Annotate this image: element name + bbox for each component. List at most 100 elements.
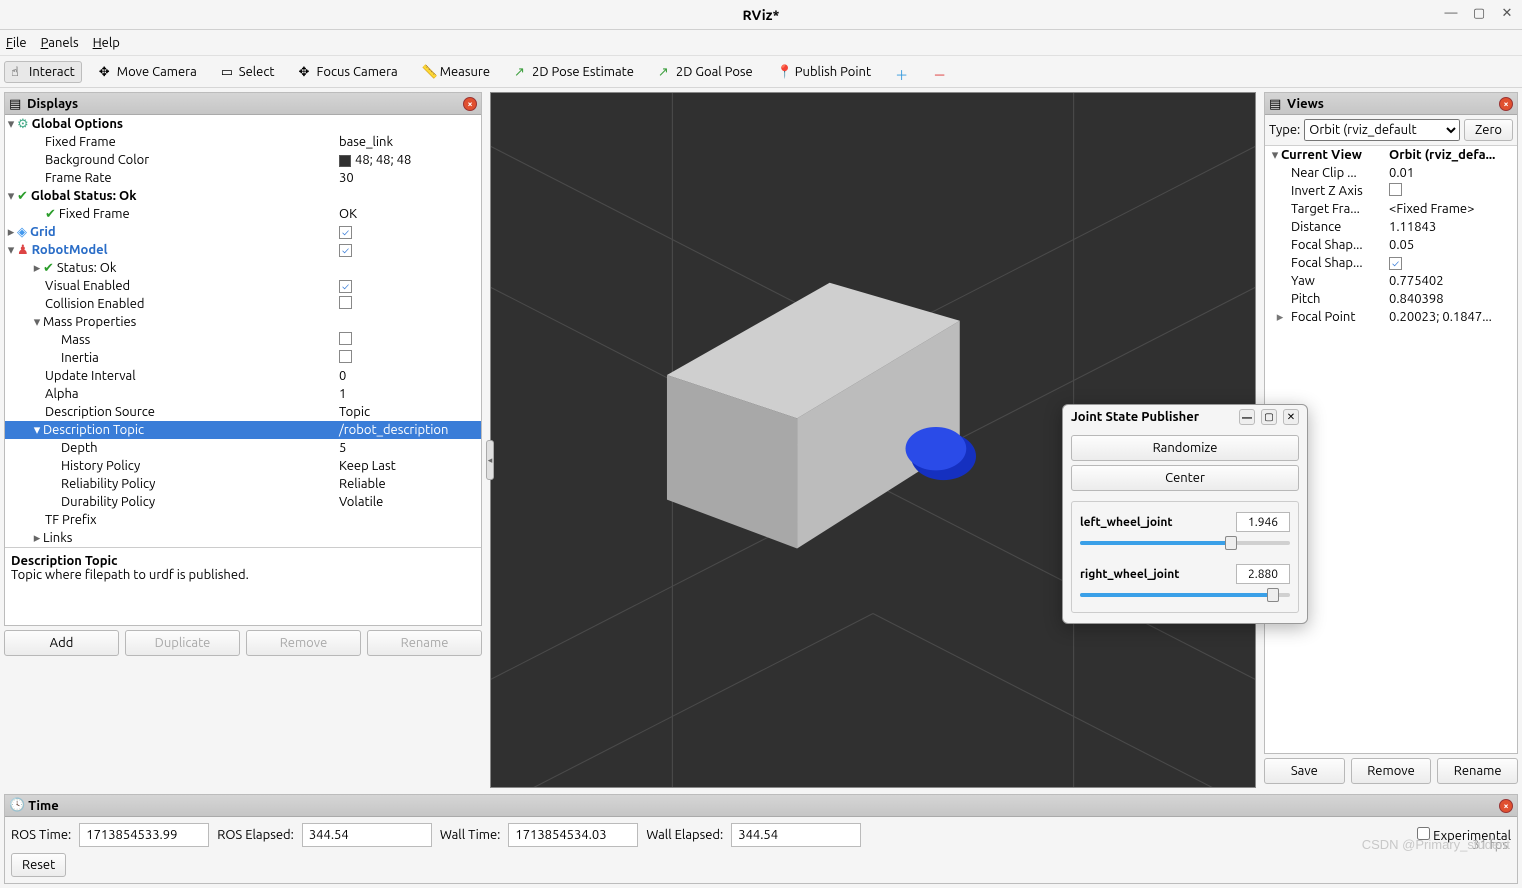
views-current-view[interactable]: Current View	[1281, 148, 1362, 162]
jsp-close-icon[interactable]: ✕	[1283, 409, 1299, 425]
views-save-button[interactable]: Save	[1264, 758, 1345, 784]
displays-tree[interactable]: ▾⚙ Global Options Fixed Framebase_link B…	[5, 115, 481, 547]
views-prop[interactable]: Yaw	[1265, 274, 1385, 288]
val-frame-rate[interactable]: 30	[335, 171, 481, 185]
add-button[interactable]: Add	[4, 630, 119, 656]
views-remove-button[interactable]: Remove	[1351, 758, 1432, 784]
item-global-status[interactable]: Global Status: Ok	[31, 189, 137, 203]
views-val[interactable]: 0.775402	[1385, 274, 1517, 288]
views-prop[interactable]: Distance	[1265, 220, 1385, 234]
prop-status-fixed-frame[interactable]: Fixed Frame	[59, 207, 130, 221]
item-grid[interactable]: Grid	[30, 225, 56, 239]
jsp-titlebar[interactable]: Joint State Publisher — ▢ ✕	[1063, 405, 1307, 429]
joint-slider[interactable]	[1080, 588, 1290, 602]
views-prop[interactable]: Pitch	[1265, 292, 1385, 306]
val-durability-policy[interactable]: Volatile	[335, 495, 481, 509]
val-alpha[interactable]: 1	[335, 387, 481, 401]
expander-icon[interactable]: ▾	[5, 243, 17, 258]
val-depth[interactable]: 5	[335, 441, 481, 455]
tool-2d-goal-pose[interactable]: ↗ 2D Goal Pose	[651, 61, 760, 83]
prop-inertia[interactable]: Inertia	[61, 351, 99, 365]
prop-reliability-policy[interactable]: Reliability Policy	[61, 477, 155, 491]
item-robot-model[interactable]: RobotModel	[32, 243, 108, 257]
val-reliability-policy[interactable]: Reliable	[335, 477, 481, 491]
expander-icon[interactable]: ▾	[5, 117, 17, 132]
expander-icon[interactable]: ▸	[5, 225, 17, 240]
jsp-randomize-button[interactable]: Randomize	[1071, 435, 1299, 461]
jsp-minimize-icon[interactable]: —	[1239, 409, 1255, 425]
tool-move-camera[interactable]: ✥ Move Camera	[92, 61, 204, 83]
time-panel-close-icon[interactable]: ×	[1499, 799, 1513, 813]
expander-icon[interactable]: ▾	[1269, 148, 1281, 163]
item-status-ok[interactable]: Status: Ok	[57, 261, 117, 275]
menu-help[interactable]: Help	[93, 36, 120, 50]
remove-button[interactable]: Remove	[246, 630, 361, 656]
val-update-interval[interactable]: 0	[335, 369, 481, 383]
views-prop[interactable]: Focal Shap...	[1265, 256, 1385, 270]
prop-description-topic[interactable]: Description Topic	[43, 423, 144, 437]
jsp-maximize-icon[interactable]: ▢	[1261, 409, 1277, 425]
tool-publish-point[interactable]: 📍 Publish Point	[770, 61, 878, 83]
expander-icon[interactable]: ▾	[31, 315, 43, 330]
views-prop[interactable]: ▸Focal Point	[1265, 310, 1385, 325]
displays-panel-close-icon[interactable]: ×	[463, 97, 477, 111]
views-rename-button[interactable]: Rename	[1437, 758, 1518, 784]
views-prop[interactable]: Focal Shap...	[1265, 238, 1385, 252]
prop-durability-policy[interactable]: Durability Policy	[61, 495, 155, 509]
displays-panel-header[interactable]: ▤ Displays ×	[5, 93, 481, 115]
views-val[interactable]: 0.840398	[1385, 292, 1517, 306]
item-global-options[interactable]: Global Options	[32, 117, 123, 131]
checkbox-collision-enabled[interactable]	[339, 296, 352, 309]
window-minimize-icon[interactable]: —	[1442, 4, 1460, 22]
views-val[interactable]: 0.05	[1385, 238, 1517, 252]
views-val[interactable]	[1385, 183, 1517, 199]
views-val[interactable]	[1385, 256, 1517, 270]
prop-background-color[interactable]: Background Color	[45, 153, 149, 167]
checkbox-robot-model[interactable]	[339, 244, 352, 257]
wall-elapsed-field[interactable]	[731, 823, 861, 847]
tool-measure[interactable]: 📏 Measure	[415, 61, 497, 83]
window-close-icon[interactable]: ✕	[1498, 4, 1516, 22]
rename-button[interactable]: Rename	[367, 630, 482, 656]
views-zero-button[interactable]: Zero	[1464, 119, 1513, 141]
ros-elapsed-field[interactable]	[302, 823, 432, 847]
views-panel-header[interactable]: ▤ Views ×	[1265, 93, 1517, 115]
prop-depth[interactable]: Depth	[61, 441, 98, 455]
expander-icon[interactable]: ▸	[31, 261, 43, 276]
checkbox-inertia[interactable]	[339, 350, 352, 363]
jsp-center-button[interactable]: Center	[1071, 465, 1299, 491]
expander-icon[interactable]: ▾	[31, 423, 43, 438]
checkbox-grid[interactable]	[339, 226, 352, 239]
splitter-handle[interactable]: ◂	[486, 440, 494, 480]
window-maximize-icon[interactable]: ▢	[1470, 4, 1488, 22]
tool-focus-camera[interactable]: ✥ Focus Camera	[292, 61, 405, 83]
prop-mass[interactable]: Mass	[61, 333, 90, 347]
views-prop[interactable]: Near Clip ...	[1265, 166, 1385, 180]
joint-value[interactable]: 1.946	[1236, 512, 1290, 532]
tool-select[interactable]: ▭ Select	[214, 61, 282, 83]
checkbox[interactable]	[1389, 257, 1402, 270]
prop-alpha[interactable]: Alpha	[45, 387, 79, 401]
val-history-policy[interactable]: Keep Last	[335, 459, 481, 473]
item-links[interactable]: Links	[43, 531, 72, 545]
prop-fixed-frame[interactable]: Fixed Frame	[45, 135, 116, 149]
reset-button[interactable]: Reset	[11, 853, 66, 877]
menu-file[interactable]: File	[6, 36, 27, 50]
prop-tf-prefix[interactable]: TF Prefix	[45, 513, 97, 527]
prop-description-source[interactable]: Description Source	[45, 405, 155, 419]
joint-state-publisher-window[interactable]: Joint State Publisher — ▢ ✕ Randomize Ce…	[1062, 404, 1308, 624]
val-fixed-frame[interactable]: base_link	[335, 135, 481, 149]
views-prop[interactable]: Target Fra...	[1265, 202, 1385, 216]
views-val[interactable]: <Fixed Frame>	[1385, 202, 1517, 216]
tool-remove[interactable]: －	[926, 61, 954, 83]
wall-time-field[interactable]	[508, 823, 638, 847]
val-background-color[interactable]: 48; 48; 48	[355, 153, 411, 167]
ros-time-field[interactable]	[79, 823, 209, 847]
checkbox[interactable]	[1389, 183, 1402, 196]
views-panel-close-icon[interactable]: ×	[1499, 97, 1513, 111]
val-description-source[interactable]: Topic	[335, 405, 481, 419]
prop-collision-enabled[interactable]: Collision Enabled	[45, 297, 145, 311]
views-val[interactable]: 0.20023; 0.1847...	[1385, 310, 1517, 324]
views-val[interactable]: 0.01	[1385, 166, 1517, 180]
tool-2d-pose-estimate[interactable]: ↗ 2D Pose Estimate	[507, 61, 641, 83]
